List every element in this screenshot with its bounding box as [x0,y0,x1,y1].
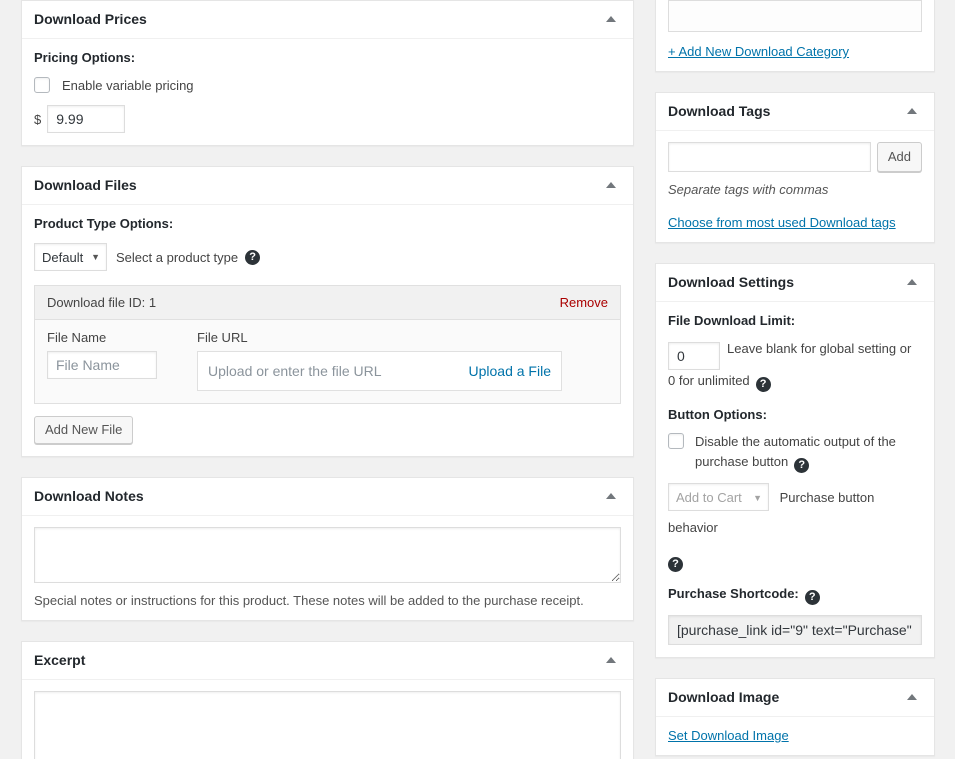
file-download-limit-row: Leave blank for global setting or 0 for … [668,338,922,393]
panel-header-download-files[interactable]: Download Files [22,167,633,205]
new-tag-input[interactable] [668,142,871,172]
price-input[interactable] [47,105,126,133]
panel-body-download-files: Product Type Options: Default ▼ Select a… [22,205,633,456]
panel-header-download-settings[interactable]: Download Settings [656,264,934,302]
disable-auto-output-checkbox[interactable] [668,432,684,449]
panel-download-categories: + Add New Download Category [655,0,935,72]
sidebar-column: + Add New Download Category Download Tag… [655,0,935,759]
currency-symbol: $ [34,111,42,127]
panel-header-download-notes[interactable]: Download Notes [22,478,633,516]
toggle-panel-icon[interactable] [601,176,621,196]
panel-body-download-prices: Pricing Options: Enable variable pricing… [22,39,633,145]
panel-download-image: Download Image Set Download Image [655,677,935,756]
enable-variable-pricing-label: Enable variable pricing [62,77,194,93]
download-file-row-body: File Name File URL Upload a File [35,320,620,403]
purchase-shortcode-label-row: Purchase Shortcode:? [668,586,922,605]
panel-title-download-prices: Download Prices [34,10,147,27]
toggle-panel-icon[interactable] [902,687,922,707]
button-options-label: Button Options: [668,406,767,422]
download-file-id-label: Download file ID: 1 [47,295,157,310]
purchase-behavior-select[interactable]: Add to Cart [668,483,769,512]
toggle-panel-icon[interactable] [902,102,922,122]
price-row: $ [34,105,621,133]
purchase-behavior-help-row: ? [668,553,922,572]
purchase-shortcode-label: Purchase Shortcode: [668,585,799,601]
download-categories-listbox[interactable] [668,0,922,32]
file-download-limit-input[interactable] [668,342,720,370]
disable-auto-output-label: Disable the automatic output of the purc… [695,432,922,473]
purchase-behavior-select-wrap[interactable]: Add to Cart ▼ [668,483,769,513]
set-download-image-link[interactable]: Set Download Image [668,728,789,743]
main-column: Download Prices Pricing Options: Enable … [21,0,634,759]
panel-title-download-files: Download Files [34,176,137,193]
add-tag-button[interactable]: Add [876,142,922,172]
panel-title-excerpt: Excerpt [34,651,86,668]
toggle-panel-icon[interactable] [902,273,922,293]
download-file-row-header: Download file ID: 1 Remove [35,286,620,320]
remove-file-link[interactable]: Remove [560,295,608,310]
toggle-panel-icon[interactable] [601,651,621,671]
file-url-input[interactable] [203,357,461,385]
disable-auto-output-row[interactable]: Disable the automatic output of the purc… [668,432,922,473]
panel-download-notes: Download Notes Special notes or instruct… [21,477,634,621]
download-notes-help-text: Special notes or instructions for this p… [34,593,584,608]
panel-title-download-settings: Download Settings [668,273,794,290]
help-icon[interactable]: ? [245,249,261,265]
enable-variable-pricing-row[interactable]: Enable variable pricing [34,77,621,93]
file-download-limit-label: File Download Limit: [668,313,796,328]
upload-a-file-link[interactable]: Upload a File [469,363,552,379]
panel-header-download-prices[interactable]: Download Prices [22,1,633,39]
panel-header-download-tags[interactable]: Download Tags [656,93,934,131]
file-name-column-header: File Name [47,330,107,345]
file-url-column: File URL Upload a File [197,330,608,391]
product-type-select[interactable]: Default [34,243,107,271]
help-icon[interactable]: ? [755,377,771,392]
panel-body-excerpt [22,680,633,759]
panel-download-settings: Download Settings File Download Limit: L… [655,263,935,658]
product-type-select-wrap[interactable]: Default ▼ [34,243,107,271]
help-icon[interactable]: ? [668,556,683,572]
tag-entry-row: Add [668,142,922,172]
download-notes-textarea[interactable] [34,527,621,583]
panel-body-download-notes: Special notes or instructions for this p… [22,516,633,620]
panel-excerpt: Excerpt [21,641,634,759]
panel-body-download-tags: Add Separate tags with commas Choose fro… [656,131,934,242]
excerpt-textarea[interactable] [34,691,621,759]
file-url-input-group: Upload a File [197,351,562,391]
panel-header-download-image[interactable]: Download Image [656,679,934,717]
add-new-download-category-link[interactable]: + Add New Download Category [668,44,849,59]
tag-separator-note: Separate tags with commas [668,182,829,197]
panel-header-excerpt[interactable]: Excerpt [22,642,633,680]
panel-download-tags: Download Tags Add Separate tags with com… [655,92,935,243]
file-name-column: File Name [47,330,182,391]
panel-title-download-notes: Download Notes [34,487,144,504]
purchase-shortcode-input[interactable] [668,614,922,645]
choose-most-used-tags-link[interactable]: Choose from most used Download tags [668,215,896,230]
add-new-file-button[interactable]: Add New File [34,416,134,444]
toggle-panel-icon[interactable] [601,487,621,507]
product-type-help-text: Select a product type [116,249,239,265]
purchase-behavior-row: Add to Cart ▼ Purchase button behavior [668,483,922,543]
product-type-options-label: Product Type Options: [34,216,174,231]
panel-title-download-tags: Download Tags [668,102,771,119]
download-file-row-container: Download file ID: 1 Remove File Name Fil… [34,285,621,404]
pricing-options-label: Pricing Options: [34,50,136,65]
enable-variable-pricing-checkbox[interactable] [34,77,50,93]
help-icon[interactable]: ? [804,589,820,605]
help-icon[interactable]: ? [794,457,810,473]
file-url-column-header: File URL [197,330,248,345]
panel-download-prices: Download Prices Pricing Options: Enable … [21,0,634,146]
panel-body-download-settings: File Download Limit: Leave blank for glo… [656,302,934,657]
file-name-input[interactable] [47,351,157,379]
panel-title-download-image: Download Image [668,688,780,705]
wp-admin-download-editor: Download Prices Pricing Options: Enable … [0,0,955,759]
toggle-panel-icon[interactable] [601,10,621,30]
panel-download-files: Download Files Product Type Options: Def… [21,166,634,457]
panel-body-download-image: Set Download Image [656,717,934,755]
